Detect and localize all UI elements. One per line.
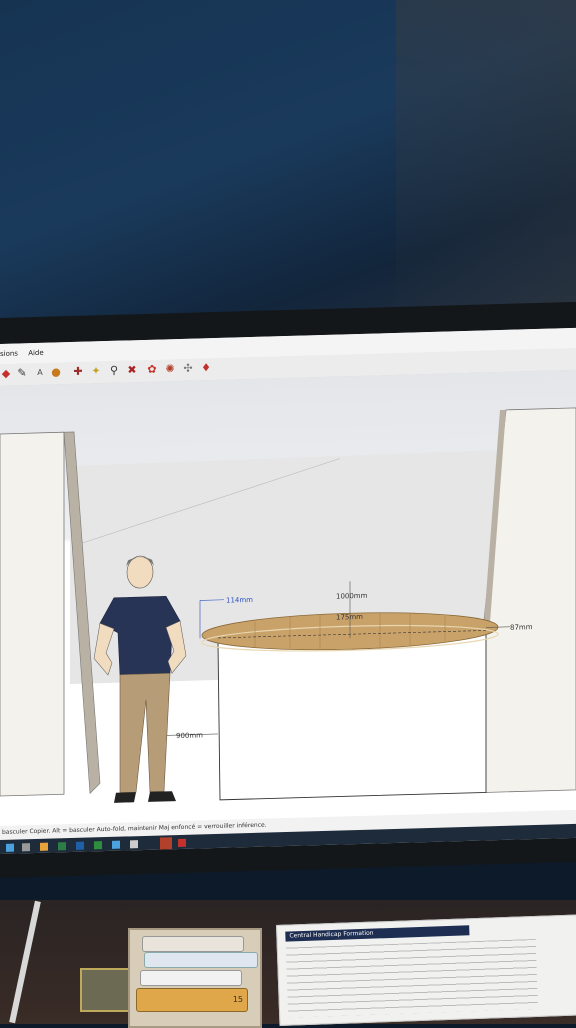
figure-right-shoe bbox=[148, 791, 176, 802]
tube bbox=[142, 936, 244, 952]
figure-left-shoe bbox=[114, 792, 136, 803]
model-scene: 114mm 1000mm 175mm 87mm 900mm bbox=[0, 407, 576, 803]
dim-label-175: 175mm bbox=[336, 613, 363, 622]
left-panel bbox=[0, 431, 65, 797]
explorer-icon[interactable] bbox=[40, 842, 48, 851]
3d-viewport[interactable]: 114mm 1000mm 175mm 87mm 900mm bbox=[0, 369, 576, 826]
figure-trousers bbox=[119, 672, 171, 793]
paper-header: Central Handicap Formation bbox=[285, 925, 470, 942]
papers: Central Handicap Formation bbox=[276, 914, 576, 1026]
dim-label-87: 87mm bbox=[510, 623, 533, 632]
medicine-tray: 15 bbox=[128, 928, 262, 1028]
dim-label-114: 114mm bbox=[226, 596, 253, 605]
look-around-icon[interactable]: ✎ bbox=[16, 366, 28, 379]
paper-text-lines bbox=[285, 938, 539, 1018]
cabinet-base bbox=[217, 633, 487, 801]
sketchup-taskbar-icon[interactable] bbox=[160, 837, 172, 850]
position-camera-icon[interactable]: ✦ bbox=[90, 364, 102, 377]
menu-item-help[interactable]: Aide bbox=[28, 349, 43, 357]
3d-warehouse-icon[interactable]: ✺ bbox=[164, 362, 176, 375]
app-icon[interactable] bbox=[58, 842, 66, 851]
chrome-icon[interactable] bbox=[130, 840, 138, 849]
monitor-screen: sions Aide ◆ ✎ A ● ✚ ✦ ⚲ ✖ ✿ ✺ ✣ ♦ 114mm… bbox=[0, 327, 576, 854]
cpu-chip bbox=[80, 968, 132, 1012]
orbit-icon[interactable]: ◆ bbox=[0, 367, 12, 380]
ruby-icon[interactable]: ♦ bbox=[200, 361, 212, 374]
app2-icon[interactable] bbox=[178, 838, 186, 848]
start-icon[interactable] bbox=[6, 843, 14, 852]
menu-item-extensions[interactable]: sions bbox=[0, 349, 18, 358]
walk-icon[interactable]: ✚ bbox=[72, 365, 84, 378]
search-icon[interactable] bbox=[22, 843, 30, 852]
zoom-icon[interactable]: ⚲ bbox=[108, 364, 120, 377]
excel-icon[interactable] bbox=[94, 841, 102, 850]
zoom-extents-icon[interactable]: ✖ bbox=[126, 363, 138, 376]
text-icon[interactable]: A bbox=[34, 367, 46, 379]
tube bbox=[140, 970, 242, 986]
room-shadow bbox=[396, 0, 576, 330]
dim-label-900: 900mm bbox=[176, 731, 203, 740]
edge-icon[interactable] bbox=[112, 840, 120, 849]
dim-label-1000: 1000mm bbox=[336, 592, 368, 601]
paint-icon[interactable]: ● bbox=[50, 365, 62, 378]
tube-label: 15 bbox=[136, 988, 248, 1012]
browser-icon[interactable] bbox=[76, 841, 84, 850]
component-icon[interactable]: ✿ bbox=[146, 363, 158, 376]
tube bbox=[144, 952, 258, 968]
extension-icon[interactable]: ✣ bbox=[182, 362, 194, 375]
